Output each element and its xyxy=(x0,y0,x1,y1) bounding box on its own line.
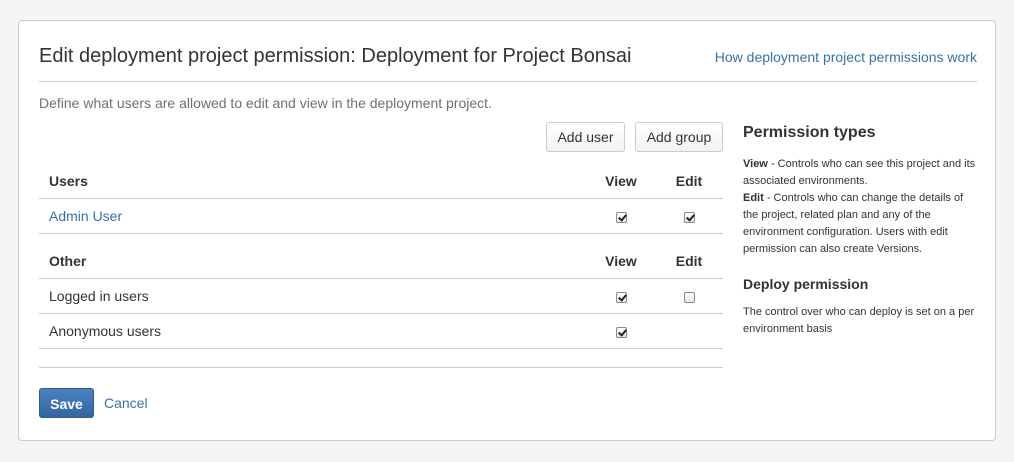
edit-checkbox-admin-user[interactable] xyxy=(683,211,695,223)
table-row: Logged in users xyxy=(39,278,723,314)
users-heading: Users xyxy=(39,164,587,199)
help-link[interactable]: How deployment project permissions work xyxy=(715,49,977,65)
edit-description: - Controls who can change the details of… xyxy=(743,192,964,255)
permissions-form: Add user Add group Users View Edit Admin… xyxy=(39,122,723,349)
cancel-link[interactable]: Cancel xyxy=(104,395,148,411)
view-description: - Controls who can see this project and … xyxy=(743,158,976,187)
view-checkbox-logged-in-users[interactable] xyxy=(615,291,627,303)
section-spacer xyxy=(39,234,723,245)
view-checkbox-anonymous-users[interactable] xyxy=(615,326,627,338)
permissions-table: Users View Edit Admin User Other View Ed… xyxy=(39,164,723,349)
edit-term: Edit xyxy=(743,192,764,204)
other-edit-heading: Edit xyxy=(655,244,723,279)
page-description: Define what users are allowed to edit an… xyxy=(39,95,492,111)
save-button[interactable]: Save xyxy=(39,388,94,418)
permission-types-text: View - Controls who can see this project… xyxy=(743,156,979,258)
permissions-panel: Edit deployment project permission: Depl… xyxy=(18,20,996,441)
users-header-row: Users View Edit xyxy=(39,164,723,199)
table-row: Admin User xyxy=(39,198,723,234)
users-view-heading: View xyxy=(587,164,655,199)
add-group-button[interactable]: Add group xyxy=(635,122,723,152)
edit-checkbox-logged-in-users[interactable] xyxy=(683,291,695,303)
toolbar: Add user Add group xyxy=(39,122,723,153)
help-sidebar: Permission types View - Controls who can… xyxy=(743,124,979,338)
table-row: Anonymous users xyxy=(39,313,723,349)
form-divider xyxy=(39,367,723,368)
page-title: Edit deployment project permission: Depl… xyxy=(39,45,632,67)
users-edit-heading: Edit xyxy=(655,164,723,199)
other-view-heading: View xyxy=(587,244,655,279)
view-term: View xyxy=(743,158,768,170)
deploy-permission-text: The control over who can deploy is set o… xyxy=(743,306,975,335)
page-header: Edit deployment project permission: Depl… xyxy=(39,43,977,82)
user-link-admin-user[interactable]: Admin User xyxy=(49,208,122,224)
deploy-permission-title: Deploy permission xyxy=(743,276,869,292)
view-checkbox-admin-user[interactable] xyxy=(615,211,627,223)
permission-types-title: Permission types xyxy=(743,124,876,141)
row-label-anonymous-users: Anonymous users xyxy=(39,313,587,349)
other-heading: Other xyxy=(39,244,587,279)
add-user-button[interactable]: Add user xyxy=(546,122,625,152)
other-header-row: Other View Edit xyxy=(39,244,723,279)
row-label-logged-in-users: Logged in users xyxy=(39,278,587,314)
